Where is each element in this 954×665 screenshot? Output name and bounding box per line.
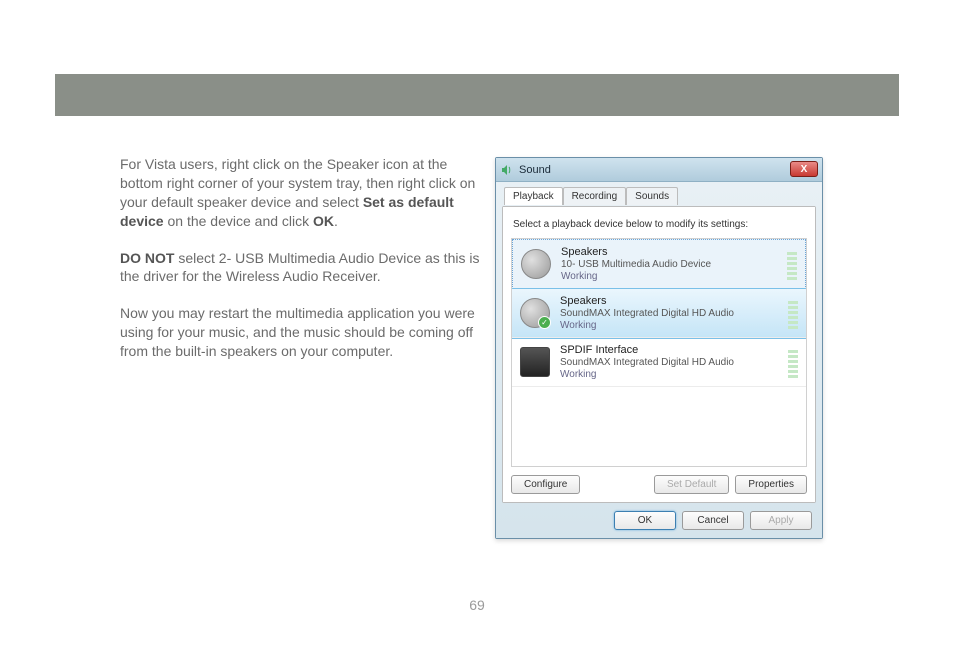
set-default-button[interactable]: Set Default — [654, 475, 729, 494]
p2-bold: DO NOT — [120, 250, 174, 266]
properties-button[interactable]: Properties — [735, 475, 807, 494]
dialog-footer: OK Cancel Apply — [502, 503, 816, 532]
tab-sounds[interactable]: Sounds — [626, 187, 678, 205]
tab-playback[interactable]: Playback — [504, 187, 563, 205]
p1-text-b: on the device and click — [164, 213, 313, 229]
paragraph-3: Now you may restart the multimedia appli… — [120, 304, 480, 361]
device-status: Working — [561, 271, 781, 282]
sound-dialog: Sound X Playback Recording Sounds Select… — [495, 157, 823, 539]
device-item-2[interactable]: SPDIF Interface SoundMAX Integrated Digi… — [512, 338, 806, 387]
level-meter — [788, 346, 798, 378]
level-meter — [787, 248, 797, 280]
device-desc: 10- USB Multimedia Audio Device — [561, 259, 781, 270]
dialog-body: Playback Recording Sounds Select a playb… — [496, 182, 822, 538]
device-status: Working — [560, 320, 782, 331]
device-list[interactable]: Speakers 10- USB Multimedia Audio Device… — [511, 238, 807, 467]
page-number: 69 — [0, 597, 954, 613]
device-name: Speakers — [560, 295, 782, 307]
spdif-device-icon — [520, 347, 550, 377]
p1-text-c: . — [334, 213, 338, 229]
default-check-icon: ✓ — [538, 316, 551, 329]
tab-bar: Playback Recording Sounds — [504, 187, 816, 205]
speaker-device-icon — [521, 249, 551, 279]
paragraph-2: DO NOT select 2- USB Multimedia Audio De… — [120, 249, 480, 287]
speaker-device-icon: ✓ — [520, 298, 550, 328]
device-name: SPDIF Interface — [560, 344, 782, 356]
dialog-title: Sound — [519, 164, 551, 176]
paragraph-1: For Vista users, right click on the Spea… — [120, 155, 480, 231]
ok-button[interactable]: OK — [614, 511, 676, 530]
device-desc: SoundMAX Integrated Digital HD Audio — [560, 357, 782, 368]
configure-button[interactable]: Configure — [511, 475, 580, 494]
instruction-label: Select a playback device below to modify… — [513, 219, 807, 230]
p1-bold-2: OK — [313, 213, 334, 229]
instruction-text: For Vista users, right click on the Spea… — [120, 155, 480, 379]
device-item-0[interactable]: Speakers 10- USB Multimedia Audio Device… — [512, 239, 806, 289]
device-name: Speakers — [561, 246, 781, 258]
apply-button[interactable]: Apply — [750, 511, 812, 530]
panel-button-row: Configure Set Default Properties — [511, 475, 807, 494]
close-button[interactable]: X — [790, 161, 818, 177]
tab-recording[interactable]: Recording — [563, 187, 627, 205]
level-meter — [788, 297, 798, 329]
device-item-1[interactable]: ✓ Speakers SoundMAX Integrated Digital H… — [512, 289, 806, 338]
device-text: Speakers SoundMAX Integrated Digital HD … — [560, 295, 782, 331]
speaker-icon — [500, 163, 514, 177]
device-text: SPDIF Interface SoundMAX Integrated Digi… — [560, 344, 782, 380]
header-bar — [55, 74, 899, 116]
p2-rest: select 2- USB Multimedia Audio Device as… — [120, 250, 479, 285]
tab-content-playback: Select a playback device below to modify… — [503, 206, 815, 502]
right-button-group: Set Default Properties — [654, 475, 807, 494]
device-status: Working — [560, 369, 782, 380]
dialog-titlebar[interactable]: Sound X — [496, 158, 822, 182]
close-icon: X — [801, 164, 808, 175]
cancel-button[interactable]: Cancel — [682, 511, 744, 530]
device-text: Speakers 10- USB Multimedia Audio Device… — [561, 246, 781, 282]
tab-panel: Select a playback device below to modify… — [502, 206, 816, 503]
device-desc: SoundMAX Integrated Digital HD Audio — [560, 308, 782, 319]
